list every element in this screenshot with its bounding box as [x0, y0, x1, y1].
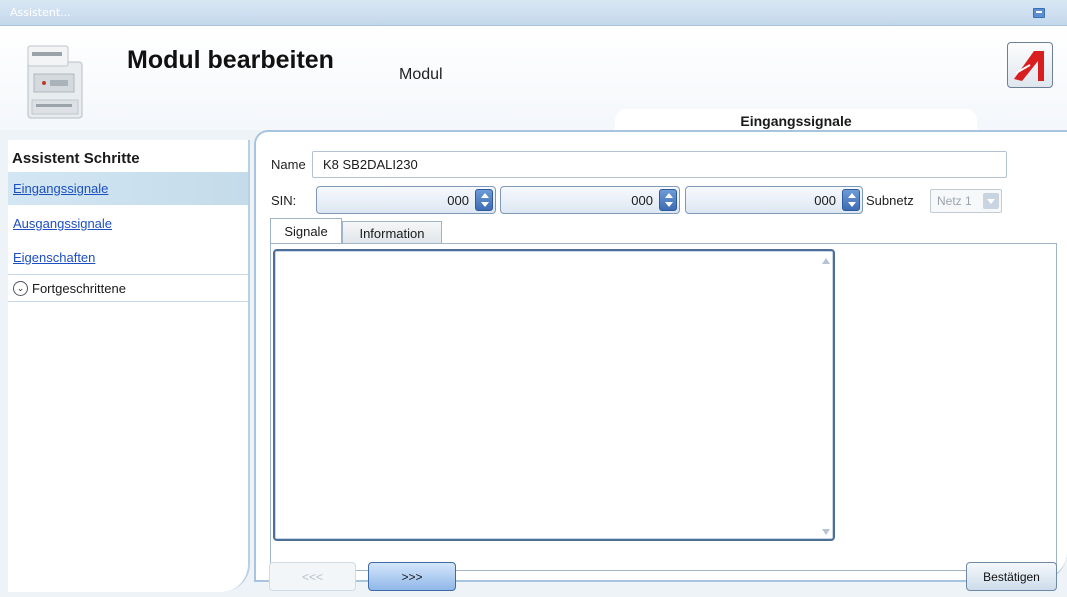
sin-value-2: 000 — [631, 193, 653, 208]
back-button[interactable]: <<< — [269, 562, 356, 591]
sidebar-divider — [8, 301, 248, 302]
app-logo-icon — [1014, 51, 1044, 81]
advanced-label: Fortgeschrittene — [32, 281, 126, 296]
name-label: Name — [271, 157, 306, 172]
chevron-down-icon — [983, 193, 999, 209]
advanced-expander[interactable]: ⌄ Fortgeschrittene — [8, 275, 248, 301]
sin-stepper-2[interactable]: 000 — [500, 186, 680, 214]
page-title: Modul bearbeiten — [127, 46, 334, 74]
next-button[interactable]: >>> — [368, 562, 456, 591]
name-field[interactable]: K8 SB2DALI230 — [312, 151, 1007, 178]
tab-information[interactable]: Information — [342, 221, 442, 243]
subnet-select[interactable]: Netz 1 — [930, 189, 1002, 213]
scroll-down-icon[interactable] — [822, 529, 830, 535]
sin-value-1: 000 — [447, 193, 469, 208]
title-bar: Assistent... — [0, 0, 1067, 26]
logo-button[interactable] — [1007, 42, 1053, 88]
header: Modul bearbeiten Modul Eingangssignale — [0, 26, 1067, 133]
spinner-arrows-icon[interactable] — [475, 189, 493, 211]
wizard-sidebar: Assistent Schritte Eingangssignale Ausga… — [8, 140, 250, 592]
sidebar-item-eingangssignale[interactable]: Eingangssignale — [8, 172, 248, 205]
module-device-icon — [27, 45, 83, 119]
sin-value-3: 000 — [814, 193, 836, 208]
minimize-icon[interactable] — [1033, 8, 1045, 18]
sin-stepper-1[interactable]: 000 — [316, 186, 496, 214]
spinner-arrows-icon[interactable] — [842, 189, 860, 211]
sidebar-item-ausgangssignale[interactable]: Ausgangssignale — [8, 207, 248, 240]
tab-signale[interactable]: Signale — [270, 218, 342, 244]
sin-stepper-3[interactable]: 000 — [685, 186, 863, 214]
tab-content — [270, 243, 1057, 571]
spinner-arrows-icon[interactable] — [659, 189, 677, 211]
sidebar-item-eigenschaften[interactable]: Eigenschaften — [8, 241, 248, 274]
sidebar-heading: Assistent Schritte — [12, 150, 140, 167]
scroll-up-icon[interactable] — [822, 258, 830, 264]
confirm-button[interactable]: Bestätigen — [966, 562, 1057, 591]
window-title: Assistent... — [10, 6, 71, 19]
vertical-scrollbar[interactable] — [821, 254, 831, 537]
subnet-value: Netz 1 — [937, 194, 972, 208]
page-subtitle: Modul — [399, 66, 443, 83]
subnet-label: Subnetz — [866, 193, 914, 208]
sin-label: SIN: — [271, 193, 297, 208]
chevron-down-icon: ⌄ — [13, 281, 28, 296]
signals-list[interactable] — [273, 249, 835, 541]
